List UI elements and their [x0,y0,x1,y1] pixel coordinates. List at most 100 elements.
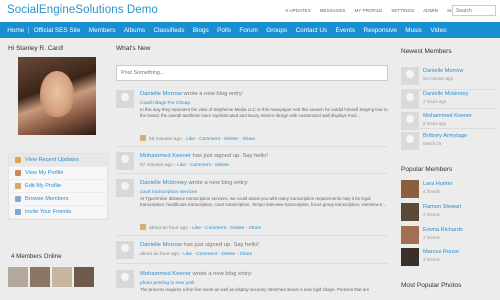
comment-link[interactable]: Comment [196,252,217,257]
nav-albums[interactable]: Albums [120,27,150,34]
user-avatar[interactable] [116,152,134,170]
member-name[interactable]: Lara Hunter [423,181,453,187]
popular-member[interactable]: Emma Richards 4 friends [401,226,499,246]
user-avatar[interactable] [116,241,134,259]
search-input[interactable] [452,5,496,16]
feed-headline: Danielle Morrow wrote a new blog entry: [140,91,243,97]
feed-action: wrote a new blog entry: [187,180,249,186]
user-avatar[interactable] [116,90,134,108]
mini-menu-settings[interactable]: Settings [387,8,419,13]
menu-view-recent-updates[interactable]: View Recent Updates [9,154,107,167]
feed-entry-link[interactable]: court transcription services [140,190,197,195]
online-member-avatar[interactable] [52,267,72,287]
newest-member[interactable]: Mohammed Keener 8 hours ago [401,112,499,132]
online-member-avatar[interactable] [74,267,94,287]
menu-view-my-profile[interactable]: View My Profile [9,167,107,180]
newest-member[interactable]: Danielle Morrow 55 minutes ago [401,67,499,87]
feed-divider [116,263,388,264]
nav-contact-us[interactable]: Contact Us [291,27,331,34]
member-avatar[interactable] [401,180,419,198]
menu-browse-members[interactable]: Browse Members [9,193,107,206]
menu-edit-my-profile[interactable]: Edit My Profile [9,180,107,193]
quick-links-menu: View Recent Updates View My Profile Edit… [8,153,108,220]
member-avatar[interactable] [401,67,419,85]
comment-link[interactable]: Comment [190,163,211,168]
menu-label: Browse Members [25,196,69,202]
like-link[interactable]: Like [192,226,201,231]
member-name[interactable]: Mohammed Keener [423,113,472,119]
mini-menu-updates[interactable]: 0 Updates [281,8,315,13]
delete-link[interactable]: Delete [230,226,244,231]
nav-members[interactable]: Members [85,27,120,34]
newest-member[interactable]: Danielle Mckinney 2 hours ago [401,90,499,110]
mini-menu-messages[interactable]: Messages [315,8,350,13]
feed-entry-body: In this way they represent the view of S… [140,107,388,118]
profile-icon [15,170,21,176]
feed-entry-link[interactable]: photo printing in new york [140,281,195,286]
nav-home[interactable]: Home [3,26,30,34]
feed-entry-link[interactable]: Coach Bags For Cheap [140,101,190,106]
popular-member[interactable]: Lara Hunter 4 friends [401,180,499,200]
comment-link[interactable]: Comment [199,137,220,142]
member-avatar[interactable] [401,226,419,244]
online-member-avatar[interactable] [30,267,50,287]
delete-link[interactable]: Delete [224,137,238,142]
share-link[interactable]: Share [249,226,262,231]
menu-invite-friends[interactable]: Invite Your Friends [9,206,107,219]
member-avatar[interactable] [401,248,419,266]
main-nav: Home Official SES Site Members Albums Cl… [0,22,500,38]
activity-feed-column: What's New Danielle Morrow wrote a new b… [116,45,392,292]
nav-music[interactable]: Music [401,27,426,34]
share-link[interactable]: Share [242,137,255,142]
user-avatar[interactable] [116,179,134,197]
feed-author[interactable]: Danielle Morrow [140,242,182,248]
feed-author[interactable]: Mohammed Keener [140,153,191,159]
feed-author[interactable]: Danielle Morrow [140,91,182,97]
like-link[interactable]: Like [177,163,186,168]
online-member-avatar[interactable] [8,267,28,287]
site-title[interactable]: SocialEngineSolutions Demo [7,4,158,16]
popular-photos-title: Most Popular Photos [401,282,462,289]
nav-events[interactable]: Events [331,27,359,34]
member-avatar[interactable] [401,132,419,150]
popular-member[interactable]: Marcus Rouse 3 friends [401,248,499,268]
nav-polls[interactable]: Polls [213,27,235,34]
nav-forum[interactable]: Forum [235,27,262,34]
feed-time: 55 minutes ago [149,137,182,142]
member-name[interactable]: Emma Richards [423,227,463,233]
user-avatar[interactable] [116,270,134,288]
feed-entry-body: At TypeOnline distance transcription ser… [140,196,387,207]
feed-item: Danielle Morrow has just signed up. Say … [116,241,388,269]
nav-responsive[interactable]: Responsive [359,27,401,34]
feed-entry-body: The process requires a fine fine mesh as… [140,287,370,292]
like-link[interactable]: Like [186,137,195,142]
feed-author[interactable]: Mohammed Keener [140,271,191,277]
profile-photo[interactable] [18,57,96,135]
delete-link[interactable]: Delete [221,252,235,257]
nav-blogs[interactable]: Blogs [189,27,213,34]
member-name[interactable]: Danielle Mckinney [423,91,468,97]
member-name[interactable]: Marcus Rouse [423,249,459,255]
member-avatar[interactable] [401,90,419,108]
member-name[interactable]: Danielle Morrow [423,68,463,74]
mini-menu-admin[interactable]: Admin [419,8,443,13]
nav-video[interactable]: Video [426,27,451,34]
post-status-input[interactable] [116,65,388,81]
comment-link[interactable]: Comment [205,226,226,231]
nav-groups[interactable]: Groups [262,27,291,34]
member-avatar[interactable] [401,203,419,221]
nav-classifieds[interactable]: Classifieds [149,27,188,34]
feed-item: Danielle Mckinney wrote a new blog entry… [116,179,388,231]
feed-headline: Danielle Mckinney wrote a new blog entry… [140,180,249,186]
popular-member[interactable]: Ramon Stewart 4 friends [401,203,499,223]
feed-author[interactable]: Danielle Mckinney [140,180,187,186]
feed-action: wrote a new blog entry: [190,271,253,277]
newest-member[interactable]: Brittney Armytage March 15 [401,132,499,152]
delete-link[interactable]: Delete [215,163,229,168]
member-name[interactable]: Ramon Stewart [423,204,462,210]
mini-menu-my-profile[interactable]: My Profile [350,8,387,13]
member-name[interactable]: Brittney Armytage [423,133,467,139]
like-link[interactable]: Like [183,252,192,257]
nav-official-ses-site[interactable]: Official SES Site [29,27,84,34]
share-link[interactable]: Share [240,252,253,257]
